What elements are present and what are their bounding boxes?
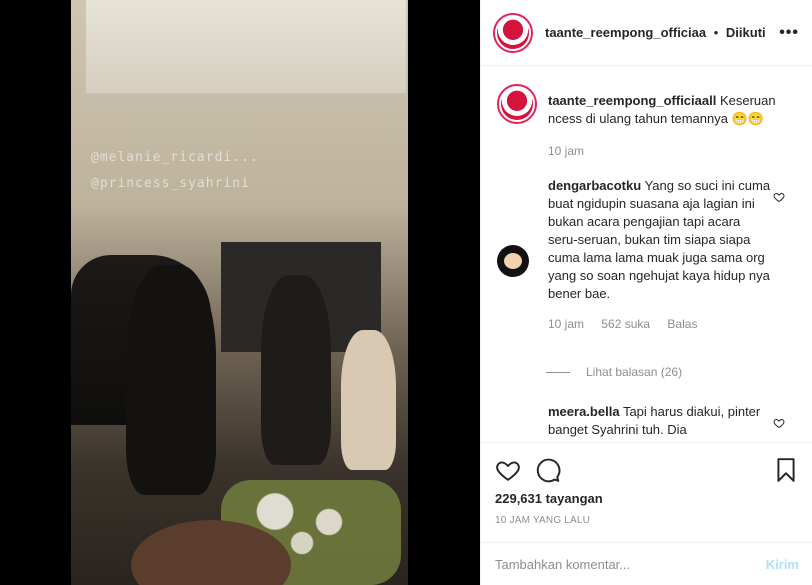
mickey-avatar-icon	[497, 245, 529, 277]
caption-time[interactable]: 10 jam	[548, 144, 584, 158]
caption-body: taante_reempong_officiaall Keseruan nces…	[548, 92, 808, 160]
comment-time[interactable]: 10 jam	[548, 317, 584, 331]
caption-meta: 10 jam	[548, 142, 808, 160]
comment-likes[interactable]: 562 suka	[601, 317, 650, 331]
video-scene-singer-2	[261, 275, 331, 465]
bookmark-icon[interactable]	[773, 457, 799, 483]
comment-meta: 10 jam 562 suka Balas	[548, 315, 773, 333]
post-timestamp[interactable]: 10 JAM YANG LALU	[495, 515, 590, 526]
like-heart-icon[interactable]	[495, 457, 521, 483]
video-watermark-1: @melanie_ricardi...	[91, 150, 259, 165]
post-side-panel: taante_reempong_officiaa • Diikuti ••• t…	[480, 0, 812, 585]
mickey-face	[504, 253, 522, 269]
replies-divider-line	[546, 371, 570, 373]
video-scene-ceiling	[86, 0, 406, 95]
comment-reply-button[interactable]: Balas	[667, 317, 697, 331]
video-scene-guest	[341, 330, 396, 470]
comment-like-heart-icon[interactable]	[773, 417, 785, 429]
post-comment-button[interactable]: Kirim	[766, 557, 799, 572]
header-separator: •	[713, 25, 719, 40]
view-count[interactable]: 229,631 tayangan	[495, 491, 603, 506]
video-watermark-2: @princess_syahrini	[91, 176, 250, 191]
author-username[interactable]: taante_reempong_officiaa	[545, 25, 706, 40]
author-avatar-image	[497, 16, 529, 49]
comments-list[interactable]: taante_reempong_officiaall Keseruan nces…	[481, 66, 812, 442]
comment-like-heart-icon[interactable]	[773, 191, 785, 203]
comment-bubble-icon[interactable]	[535, 457, 561, 483]
author-avatar[interactable]	[493, 12, 533, 53]
header-text: taante_reempong_officiaa • Diikuti	[545, 25, 766, 40]
follow-status-button[interactable]: Diikuti	[726, 25, 766, 40]
video-scene-singer-1	[126, 265, 216, 495]
comment-body: meera.bella Tapi harus diakui, pinter ba…	[548, 403, 773, 439]
more-options-icon[interactable]: •••	[779, 24, 799, 42]
post-actions: 229,631 tayangan 10 JAM YANG LALU	[481, 442, 812, 542]
comment-text: Yang so suci ini cuma buat ngidupin suas…	[548, 178, 771, 301]
caption-avatar-image	[501, 88, 533, 120]
comment-input[interactable]	[495, 556, 745, 572]
comment-avatar[interactable]	[497, 245, 529, 277]
post-header: taante_reempong_officiaa • Diikuti •••	[481, 0, 812, 66]
comment-username[interactable]: meera.bella	[548, 404, 620, 419]
view-replies-label: Lihat balasan (26)	[586, 365, 683, 379]
post-media[interactable]: @melanie_ricardi... @princess_syahrini	[0, 0, 480, 585]
caption-author-avatar[interactable]	[497, 84, 537, 124]
view-replies-button[interactable]: Lihat balasan (26)	[546, 365, 682, 379]
comment-body: dengarbacotku Yang so suci ini cuma buat…	[548, 177, 773, 333]
video-player[interactable]: @melanie_ricardi... @princess_syahrini	[71, 0, 408, 585]
comment-composer: Kirim	[481, 542, 812, 585]
caption-username[interactable]: taante_reempong_officiaall	[548, 93, 716, 108]
comment-username[interactable]: dengarbacotku	[548, 178, 641, 193]
